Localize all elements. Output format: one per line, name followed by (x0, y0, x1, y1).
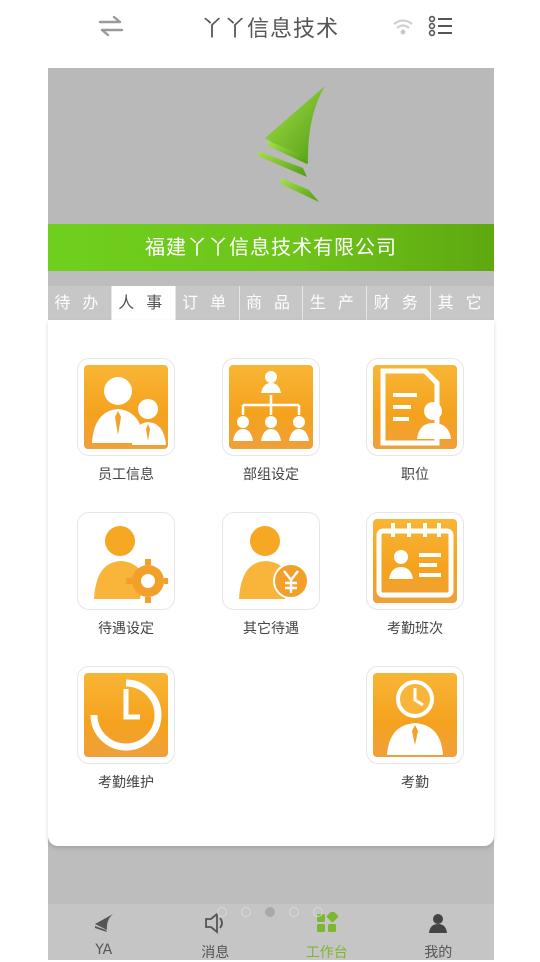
wifi-icon (393, 19, 413, 35)
pager-dot[interactable] (241, 907, 251, 917)
tile-attendance-maintenance[interactable]: 考勤维护 (66, 666, 186, 792)
tile-other-treatment[interactable]: 其它待遇 (211, 512, 331, 638)
user-clock-icon (387, 680, 443, 755)
tile-label: 员工信息 (98, 467, 154, 483)
clock-dial-icon (90, 679, 162, 751)
position-document-icon (380, 368, 451, 446)
user-gear-icon (94, 526, 168, 603)
tile-attendance-shift[interactable]: 考勤班次 (355, 512, 475, 638)
tile-position[interactable]: 职位 (355, 358, 475, 484)
tile-employee-info[interactable]: 员工信息 (66, 358, 186, 484)
tile-label: 其它待遇 (243, 621, 299, 637)
nav-label: 我的 (424, 945, 453, 961)
category-tabs: 待办 人事 订单 商品 生产 财务 其它 (48, 286, 494, 320)
user-yen-icon (239, 526, 309, 599)
list-menu-icon[interactable] (428, 15, 454, 37)
tile-attendance[interactable]: 考勤 (355, 666, 475, 792)
nav-label: 消息 (201, 945, 230, 961)
banner (48, 68, 494, 224)
tab-caiwu[interactable]: 财务 (367, 286, 432, 320)
tab-daiban[interactable]: 待办 (48, 286, 112, 320)
app-title: 丫丫信息技术 (200, 17, 339, 42)
tile-label: 考勤班次 (387, 621, 443, 637)
company-name: 福建丫丫信息技术有限公司 (48, 224, 494, 271)
tile-label: 待遇设定 (98, 621, 154, 637)
sail-logo-icon (258, 86, 325, 202)
tile-label: 考勤 (401, 775, 429, 791)
pager-dot[interactable] (217, 907, 227, 917)
tile-label: 部组设定 (243, 467, 299, 483)
nav-label: YA (95, 942, 113, 958)
tab-qita[interactable]: 其它 (431, 286, 494, 320)
tile-treatment-setting[interactable]: 待遇设定 (66, 512, 186, 638)
tab-renshi[interactable]: 人事 (111, 286, 176, 320)
tile-label: 职位 (401, 467, 429, 483)
calendar-card-icon (376, 523, 454, 598)
tab-dingdan[interactable]: 订单 (176, 286, 240, 320)
function-card: 员工信息 部组设定 职位 待遇设定 其它待遇 考勤班次 考勤维护 考勤 (48, 320, 494, 846)
employees-icon (92, 377, 166, 445)
top-bar: 丫丫信息技术 (0, 0, 540, 52)
pager-dot[interactable] (289, 907, 299, 917)
pager-dots (0, 902, 540, 921)
tab-shengchan[interactable]: 生产 (303, 286, 368, 320)
nav-label: 工作台 (305, 945, 348, 961)
tile-department-setting[interactable]: 部组设定 (211, 358, 331, 484)
org-chart-icon (233, 371, 309, 441)
pager-dot[interactable] (313, 907, 323, 917)
tab-shangpin[interactable]: 商品 (240, 286, 304, 320)
pager-dot-active[interactable] (265, 907, 275, 917)
tile-label: 考勤维护 (98, 775, 154, 791)
